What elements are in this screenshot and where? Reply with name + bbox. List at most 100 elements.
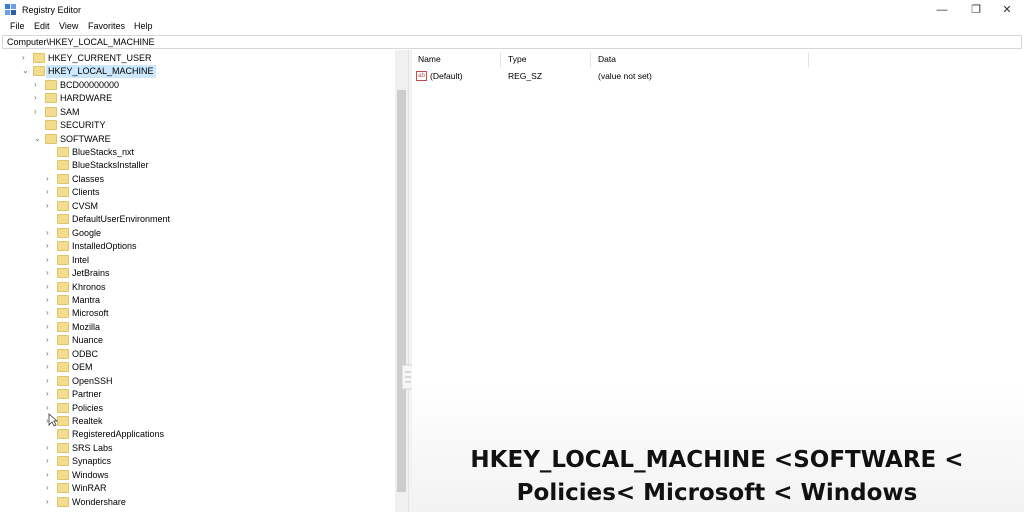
tree-item[interactable]: › BCD00000000 bbox=[34, 79, 334, 92]
chevron-right-icon[interactable]: › bbox=[46, 403, 54, 413]
tree-item-label: Nuance bbox=[72, 335, 104, 346]
tree-item-label: RegisteredApplications bbox=[72, 429, 165, 440]
tree-item[interactable]: › Wondershare bbox=[46, 496, 346, 509]
tree-item[interactable]: ⌄ SOFTWARE bbox=[34, 133, 334, 146]
column-header-type[interactable]: Type bbox=[508, 54, 526, 64]
chevron-right-icon[interactable]: › bbox=[46, 241, 54, 251]
address-bar[interactable]: Computer\HKEY_LOCAL_MACHINE bbox=[2, 35, 1022, 49]
chevron-right-icon[interactable]: › bbox=[34, 93, 42, 103]
tree-item[interactable]: › Nuance bbox=[46, 334, 346, 347]
folder-icon bbox=[57, 429, 69, 440]
tree-item-label: Classes bbox=[72, 173, 105, 184]
tree-item[interactable]: › Mantra bbox=[46, 294, 346, 307]
value-row[interactable]: ab (Default) REG_SZ (value not set) bbox=[412, 70, 1012, 83]
chevron-right-icon[interactable]: › bbox=[46, 335, 54, 345]
tree-item[interactable]: › Classes bbox=[46, 173, 346, 186]
chevron-right-icon[interactable]: › bbox=[46, 322, 54, 332]
tree-item[interactable]: › Clients bbox=[46, 186, 346, 199]
tree-item[interactable]: SECURITY bbox=[34, 119, 334, 132]
tree-item-hkey-local-machine[interactable]: ⌄ HKEY_LOCAL_MACHINE bbox=[22, 65, 322, 78]
value-type: REG_SZ bbox=[508, 71, 543, 81]
chevron-right-icon[interactable]: › bbox=[46, 308, 54, 318]
chevron-right-icon[interactable]: › bbox=[46, 389, 54, 399]
menu-favorites[interactable]: Favorites bbox=[88, 21, 125, 31]
chevron-right-icon[interactable]: › bbox=[46, 174, 54, 184]
chevron-right-icon[interactable]: › bbox=[46, 362, 54, 372]
tree-scrollbar[interactable] bbox=[395, 50, 408, 512]
tree-item[interactable]: › Realtek bbox=[46, 415, 346, 428]
menu-view[interactable]: View bbox=[59, 21, 78, 31]
scrollbar-thumb[interactable] bbox=[397, 90, 406, 492]
tree-item[interactable]: › Policies bbox=[46, 402, 346, 415]
chevron-right-icon[interactable]: › bbox=[46, 295, 54, 305]
tree-item[interactable]: › Khronos bbox=[46, 281, 346, 294]
tree-item[interactable]: BlueStacksInstaller bbox=[46, 159, 346, 172]
tree-item-label: HKEY_LOCAL_MACHINE bbox=[46, 65, 156, 78]
tree-item-label: Microsoft bbox=[72, 308, 109, 319]
close-button[interactable]: ✕ bbox=[990, 0, 1024, 20]
tree-item-hkey-current-user[interactable]: › HKEY_CURRENT_USER bbox=[22, 52, 322, 65]
chevron-right-icon[interactable]: › bbox=[34, 80, 42, 90]
chevron-right-icon[interactable]: › bbox=[46, 349, 54, 359]
tree-item[interactable]: RegisteredApplications bbox=[46, 428, 346, 441]
folder-icon bbox=[57, 402, 69, 413]
chevron-right-icon[interactable]: › bbox=[34, 107, 42, 117]
column-separator[interactable] bbox=[590, 52, 591, 68]
tree-item-label: WinRAR bbox=[72, 483, 107, 494]
chevron-down-icon[interactable]: ⌄ bbox=[34, 134, 42, 144]
tree-item[interactable]: › SAM bbox=[34, 106, 334, 119]
tree-item[interactable]: › Windows bbox=[46, 469, 346, 482]
tree-item-label: SECURITY bbox=[60, 120, 106, 131]
tree-item-label: Partner bbox=[72, 389, 102, 400]
menu-file[interactable]: File bbox=[10, 21, 25, 31]
chevron-right-icon[interactable]: › bbox=[46, 376, 54, 386]
tree-item[interactable]: › Google bbox=[46, 227, 346, 240]
tree-item[interactable]: DefaultUserEnvironment bbox=[46, 213, 346, 226]
tree-item[interactable]: › WinRAR bbox=[46, 482, 346, 495]
chevron-right-icon[interactable]: › bbox=[46, 282, 54, 292]
tree-item-label: Mozilla bbox=[72, 321, 101, 332]
chevron-right-icon[interactable]: › bbox=[46, 470, 54, 480]
tree-item-label: SOFTWARE bbox=[60, 133, 111, 144]
video-caption: HKEY_LOCAL_MACHINE <SOFTWARE < Policies<… bbox=[418, 444, 1016, 510]
tree-item[interactable]: › Synaptics bbox=[46, 455, 346, 468]
tree-item[interactable]: BlueStacks_nxt bbox=[46, 146, 346, 159]
tree-item[interactable]: › ODBC bbox=[46, 348, 346, 361]
chevron-right-icon[interactable]: › bbox=[46, 483, 54, 493]
column-header-data[interactable]: Data bbox=[598, 54, 616, 64]
tree-item[interactable]: › HARDWARE bbox=[34, 92, 334, 105]
chevron-right-icon[interactable]: › bbox=[46, 228, 54, 238]
column-header-name[interactable]: Name bbox=[418, 54, 441, 64]
tree-item[interactable]: › Intel bbox=[46, 254, 346, 267]
chevron-down-icon[interactable]: ⌄ bbox=[22, 66, 30, 76]
column-separator[interactable] bbox=[808, 52, 809, 68]
minimize-button[interactable]: — bbox=[925, 0, 959, 20]
column-separator[interactable] bbox=[500, 52, 501, 68]
chevron-right-icon[interactable]: › bbox=[46, 443, 54, 453]
chevron-right-icon[interactable]: › bbox=[46, 497, 54, 507]
chevron-right-icon[interactable]: › bbox=[46, 187, 54, 197]
tree-item[interactable]: › Microsoft bbox=[46, 307, 346, 320]
chevron-right-icon[interactable]: › bbox=[22, 53, 30, 63]
tree-item[interactable]: › JetBrains bbox=[46, 267, 346, 280]
folder-icon bbox=[45, 120, 57, 131]
tree-item[interactable]: › InstalledOptions bbox=[46, 240, 346, 253]
tree-item[interactable]: › CVSM bbox=[46, 200, 346, 213]
tree-item[interactable]: › SRS Labs bbox=[46, 442, 346, 455]
chevron-right-icon[interactable]: › bbox=[46, 456, 54, 466]
tree-item-label: OpenSSH bbox=[72, 375, 113, 386]
tree-item[interactable]: › Partner bbox=[46, 388, 346, 401]
menu-help[interactable]: Help bbox=[134, 21, 153, 31]
chevron-right-icon[interactable]: › bbox=[46, 201, 54, 211]
tree-item-label: HARDWARE bbox=[60, 93, 113, 104]
folder-icon bbox=[45, 133, 57, 144]
tree-item[interactable]: › OpenSSH bbox=[46, 375, 346, 388]
tree-item[interactable]: › Mozilla bbox=[46, 321, 346, 334]
chevron-right-icon[interactable]: › bbox=[46, 255, 54, 265]
chevron-right-icon[interactable]: › bbox=[46, 268, 54, 278]
maximize-button[interactable]: ❐ bbox=[959, 0, 993, 20]
key-tree[interactable]: › HKEY_CURRENT_USER ⌄ HKEY_LOCAL_MACHINE… bbox=[0, 50, 408, 512]
folder-icon bbox=[57, 389, 69, 400]
menu-edit[interactable]: Edit bbox=[34, 21, 50, 31]
tree-item[interactable]: › OEM bbox=[46, 361, 346, 374]
